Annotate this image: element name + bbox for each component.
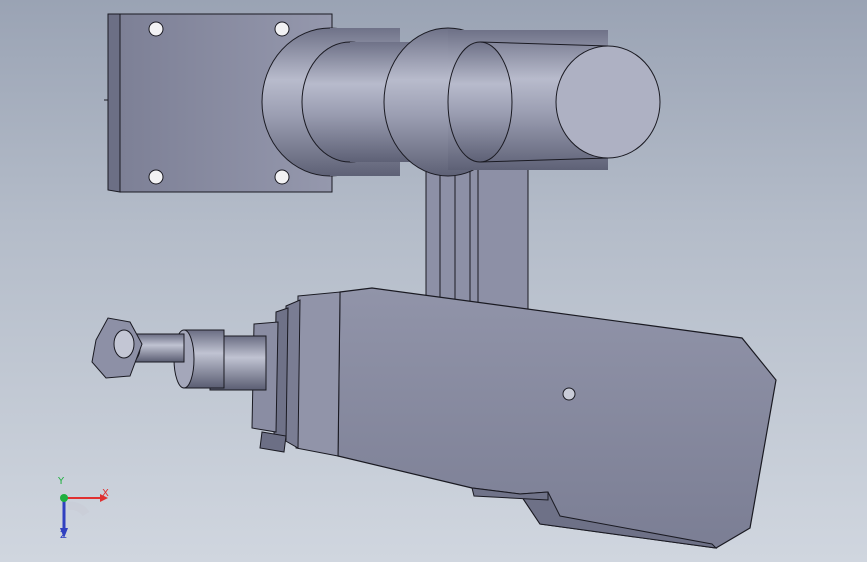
graphics-viewport[interactable]: X Y Z: [0, 0, 867, 562]
z-axis-label: Z: [60, 530, 67, 541]
piston-rod[interactable]: [91, 317, 267, 391]
x-axis-label: X: [102, 488, 109, 499]
support-arm[interactable]: [425, 159, 529, 317]
3d-model[interactable]: [0, 0, 867, 562]
y-axis-label: Y: [58, 476, 65, 487]
shaft-assembly[interactable]: [261, 27, 661, 177]
plate-hole: [148, 21, 164, 37]
screw-head: [562, 387, 576, 401]
actuator-body[interactable]: [337, 287, 777, 549]
plate-hole: [274, 169, 290, 185]
plate-hole: [148, 169, 164, 185]
axis-triad: X Y Z: [44, 476, 114, 548]
plate-hole: [274, 21, 290, 37]
